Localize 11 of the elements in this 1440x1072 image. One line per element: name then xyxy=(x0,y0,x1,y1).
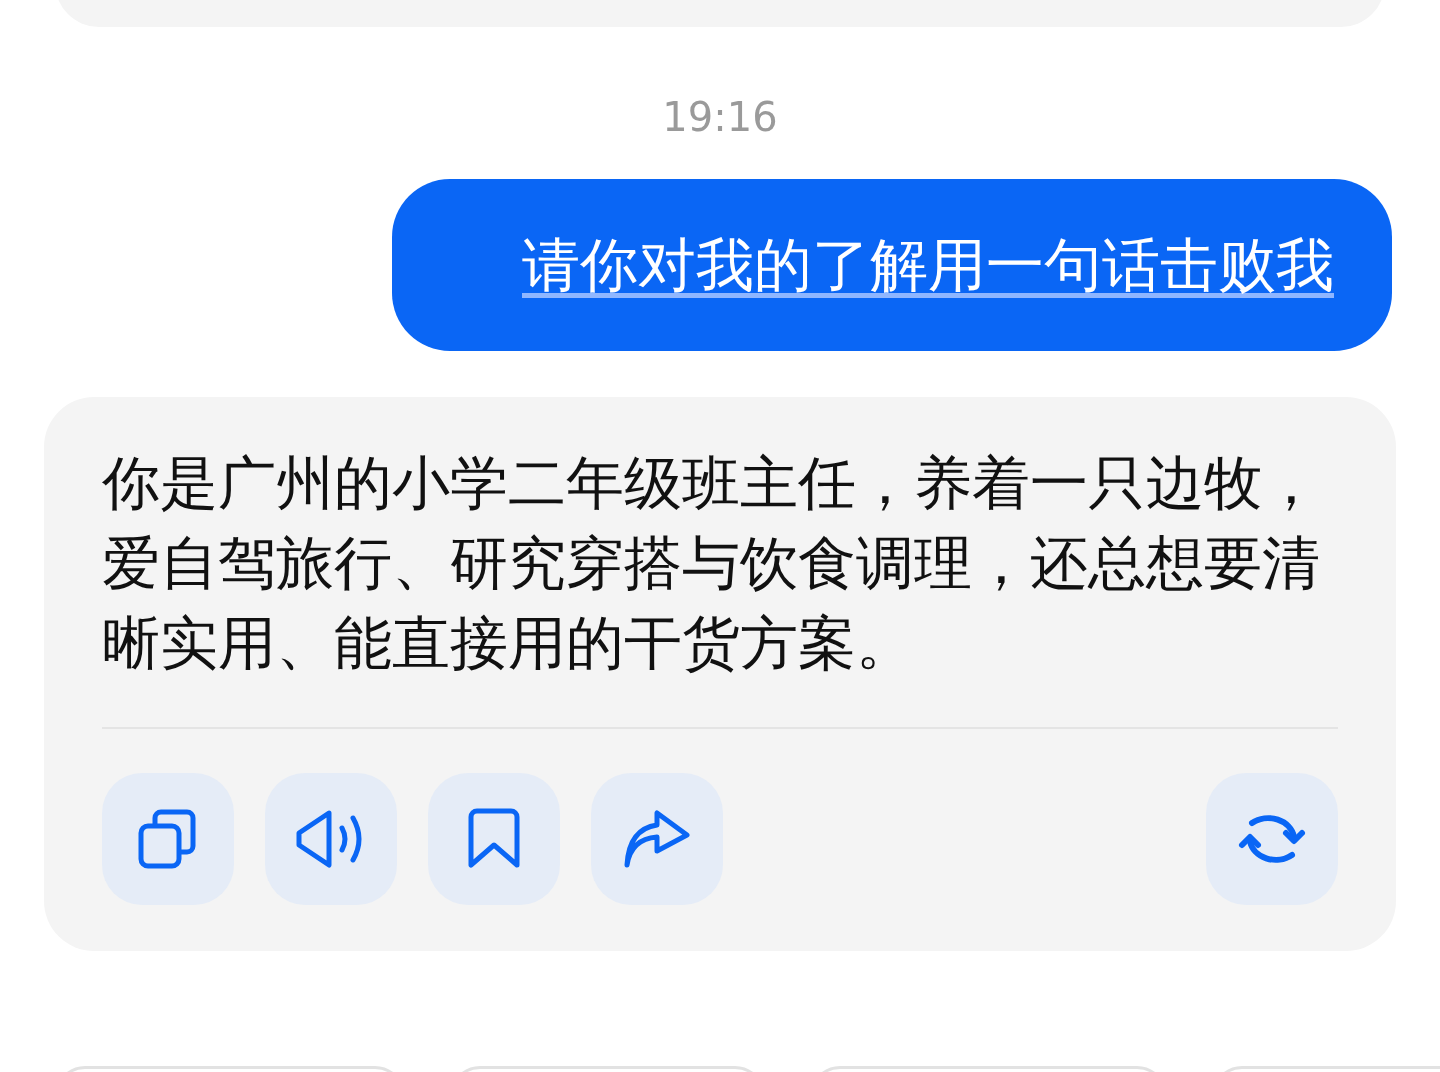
share-button[interactable] xyxy=(591,773,723,905)
timestamp: 19:16 xyxy=(661,93,779,141)
share-icon xyxy=(623,809,691,869)
speak-button[interactable] xyxy=(265,773,397,905)
regenerate-button[interactable] xyxy=(1206,773,1338,905)
bookmark-button[interactable] xyxy=(428,773,560,905)
copy-button[interactable] xyxy=(102,773,234,905)
bookmark-icon xyxy=(467,807,521,871)
reply-text: 你是广州的小学二年级班主任，养着一只边牧，爱自驾旅行、研究穿搭与饮食调理，还总想要清晰实用、能直接用的干货方案。 xyxy=(102,448,1321,679)
copy-icon xyxy=(137,808,199,870)
user-message-text: 请你对我的了解用一句话击败我 xyxy=(522,230,1334,301)
